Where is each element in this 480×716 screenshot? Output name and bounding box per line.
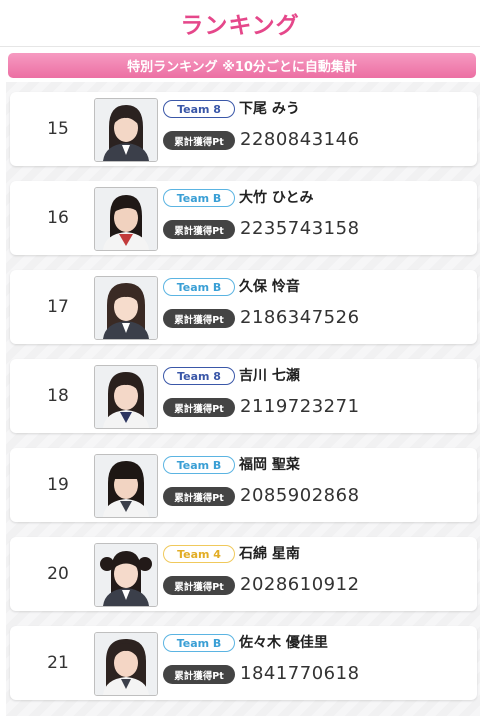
points-value: 2028610912 bbox=[240, 574, 360, 595]
page-header: ランキング bbox=[0, 0, 480, 47]
member-photo[interactable] bbox=[94, 632, 158, 696]
rank-number: 21 bbox=[47, 653, 69, 673]
team-badge: Team B bbox=[163, 278, 235, 296]
ranking-row[interactable]: 15 Team 8 下尾 みう 累計獲得Pt 2280843146 bbox=[10, 92, 477, 166]
rank-number: 20 bbox=[47, 564, 69, 584]
ranking-row[interactable]: 19 Team B 福岡 聖菜 累計獲得Pt 2085902868 bbox=[10, 448, 477, 522]
team-badge: Team 4 bbox=[163, 545, 235, 563]
rank-number: 18 bbox=[47, 386, 69, 406]
rank-number: 15 bbox=[47, 119, 69, 139]
member-photo[interactable] bbox=[94, 98, 158, 162]
team-badge: Team B bbox=[163, 634, 235, 652]
rank-number: 19 bbox=[47, 475, 69, 495]
ranking-row[interactable]: 20 Team 4 石綿 星南 累計獲得Pt 2028610912 bbox=[10, 537, 477, 611]
points-label: 累計獲得Pt bbox=[163, 131, 235, 150]
points-value: 2280843146 bbox=[240, 129, 360, 150]
member-name: 下尾 みう bbox=[239, 101, 300, 117]
points-value: 2235743158 bbox=[240, 218, 360, 239]
ranking-row[interactable]: 16 Team B 大竹 ひとみ 累計獲得Pt 2235743158 bbox=[10, 181, 477, 255]
points-value: 2085902868 bbox=[240, 485, 360, 506]
rank-number: 16 bbox=[47, 208, 69, 228]
ranking-list: 15 Team 8 下尾 みう 累計獲得Pt 2280843146 16 Tea… bbox=[0, 82, 480, 716]
points-value: 2119723271 bbox=[240, 396, 360, 417]
member-name: 吉川 七瀬 bbox=[239, 368, 300, 384]
points-label: 累計獲得Pt bbox=[163, 576, 235, 595]
rank-number: 17 bbox=[47, 297, 69, 317]
member-name: 佐々木 優佳里 bbox=[239, 635, 328, 651]
member-photo[interactable] bbox=[94, 187, 158, 251]
page-title: ランキング bbox=[180, 13, 300, 39]
ranking-row[interactable]: 18 Team 8 吉川 七瀬 累計獲得Pt 2119723271 bbox=[10, 359, 477, 433]
member-name: 大竹 ひとみ bbox=[239, 190, 314, 206]
points-label: 累計獲得Pt bbox=[163, 309, 235, 328]
member-name: 福岡 聖菜 bbox=[239, 457, 300, 473]
points-label: 累計獲得Pt bbox=[163, 220, 235, 239]
points-label: 累計獲得Pt bbox=[163, 665, 235, 684]
points-value: 2186347526 bbox=[240, 307, 360, 328]
team-badge: Team B bbox=[163, 456, 235, 474]
ranking-row[interactable]: 17 Team B 久保 怜音 累計獲得Pt 2186347526 bbox=[10, 270, 477, 344]
team-badge: Team 8 bbox=[163, 100, 235, 118]
member-name: 久保 怜音 bbox=[239, 279, 300, 295]
team-badge: Team B bbox=[163, 189, 235, 207]
ranking-row[interactable]: 21 Team B 佐々木 優佳里 累計獲得Pt 1841770618 bbox=[10, 626, 477, 700]
points-label: 累計獲得Pt bbox=[163, 487, 235, 506]
member-photo[interactable] bbox=[94, 276, 158, 340]
member-name: 石綿 星南 bbox=[239, 546, 300, 562]
team-badge: Team 8 bbox=[163, 367, 235, 385]
member-photo[interactable] bbox=[94, 543, 158, 607]
member-photo[interactable] bbox=[94, 365, 158, 429]
points-value: 1841770618 bbox=[240, 663, 360, 684]
ranking-banner: 特別ランキング ※10分ごとに自動集計 bbox=[8, 53, 476, 78]
member-photo[interactable] bbox=[94, 454, 158, 518]
points-label: 累計獲得Pt bbox=[163, 398, 235, 417]
